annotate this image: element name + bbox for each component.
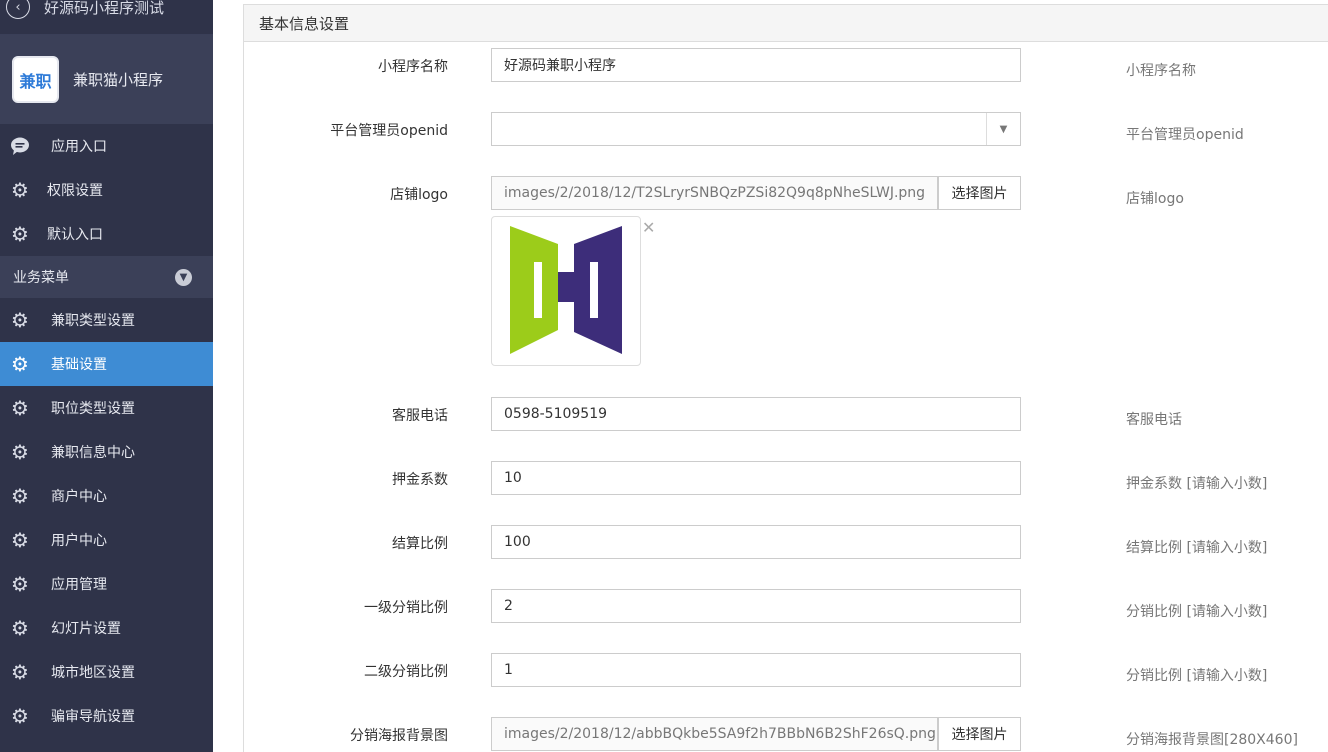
sidebar-item-app-entry[interactable]: 应用入口 [0, 124, 213, 168]
settings-panel: 基本信息设置 小程序名称 好源码兼职小程序 小程序名称 平台管理员openid … [243, 4, 1328, 752]
shop-logo-image [510, 226, 622, 354]
app-header: 兼职 兼职猫小程序 [0, 35, 213, 124]
main-content: 基本信息设置 小程序名称 好源码兼职小程序 小程序名称 平台管理员openid … [213, 0, 1328, 752]
field-hint: 平台管理员openid [1126, 127, 1244, 143]
sidebar-item-label: 幻灯片设置 [51, 621, 121, 637]
sidebar-item-label: 兼职类型设置 [51, 313, 135, 329]
field-label: 店铺logo [390, 187, 448, 203]
gear-icon: ⚙ [11, 484, 29, 508]
sidebar-item-job-info-center[interactable]: ⚙ 兼职信息中心 [0, 430, 213, 474]
field-label: 结算比例 [392, 536, 448, 552]
level1-ratio-input[interactable]: 2 [491, 589, 1021, 623]
deposit-input[interactable]: 10 [491, 461, 1021, 495]
chevron-down-icon[interactable]: ▼ [175, 268, 192, 286]
app-name-input[interactable]: 好源码兼职小程序 [491, 48, 1021, 82]
field-label: 平台管理员openid [330, 123, 448, 139]
gear-icon: ⚙ [11, 616, 29, 640]
shop-logo-path-input[interactable]: images/2/2018/12/T2SLryrSNBQzPZSi82Q9q8p… [491, 176, 938, 210]
sidebar-item-label: 职位类型设置 [51, 401, 135, 417]
field-label: 小程序名称 [378, 59, 448, 75]
gear-icon: ⚙ [11, 528, 29, 552]
sidebar-item-label: 默认入口 [47, 227, 103, 243]
sidebar-item-label: 应用入口 [51, 139, 107, 155]
sidebar-item-default-entry[interactable]: ⚙ 默认入口 [0, 212, 213, 256]
section-label: 业务菜单 [13, 270, 69, 286]
field-hint: 分销海报背景图[280X460] [1126, 732, 1298, 748]
sidebar-item-basic-settings[interactable]: ⚙ 基础设置 [0, 342, 213, 386]
field-hint: 店铺logo [1126, 191, 1184, 207]
shop-logo-preview [491, 216, 641, 366]
level2-ratio-input[interactable]: 1 [491, 653, 1021, 687]
sidebar-item-app-management[interactable]: ⚙ 应用管理 [0, 562, 213, 606]
sidebar-item-label: 用户中心 [51, 533, 107, 549]
field-label: 二级分销比例 [364, 664, 448, 680]
field-label: 一级分销比例 [364, 600, 448, 616]
field-hint: 押金系数 [请输入小数] [1126, 476, 1268, 492]
gear-icon: ⚙ [11, 308, 29, 332]
field-hint: 结算比例 [请输入小数] [1126, 540, 1268, 556]
gear-icon: ⚙ [11, 178, 29, 202]
sidebar-item-slides[interactable]: ⚙ 幻灯片设置 [0, 606, 213, 650]
sidebar-item-user-center[interactable]: ⚙ 用户中心 [0, 518, 213, 562]
sidebar-item-label: 应用管理 [51, 577, 107, 593]
select-image-button[interactable]: 选择图片 [938, 176, 1021, 210]
dropdown-arrow-icon[interactable]: ▼ [986, 113, 1020, 145]
sidebar-item-city-regions[interactable]: ⚙ 城市地区设置 [0, 650, 213, 694]
sidebar-item-job-types[interactable]: ⚙ 兼职类型设置 [0, 298, 213, 342]
app-logo: 兼职 [12, 56, 59, 103]
field-hint: 小程序名称 [1126, 63, 1196, 79]
gear-icon: ⚙ [11, 440, 29, 464]
remove-image-icon[interactable]: ✕ [642, 218, 655, 237]
panel-title: 基本信息设置 [244, 5, 1328, 42]
admin-openid-select[interactable]: ▼ [491, 112, 1021, 146]
field-hint: 分销比例 [请输入小数] [1126, 668, 1268, 684]
gear-icon: ⚙ [11, 222, 29, 246]
field-hint: 客服电话 [1126, 412, 1182, 428]
gear-icon: ⚙ [11, 352, 29, 376]
sidebar-item-label: 商户中心 [51, 489, 107, 505]
settle-ratio-input[interactable]: 100 [491, 525, 1021, 559]
gear-icon: ⚙ [11, 396, 29, 420]
sidebar-item-label: 骗审导航设置 [51, 709, 135, 725]
phone-input[interactable]: 0598-5109519 [491, 397, 1021, 431]
sidebar-item-permissions[interactable]: ⚙ 权限设置 [0, 168, 213, 212]
field-label: 客服电话 [392, 408, 448, 424]
sidebar-item-label: 权限设置 [47, 183, 103, 199]
sidebar-item-label: 城市地区设置 [51, 665, 135, 681]
field-label: 分销海报背景图 [350, 728, 448, 744]
select-image-button[interactable]: 选择图片 [938, 717, 1021, 751]
app-name: 兼职猫小程序 [73, 71, 164, 89]
sidebar-item-label: 兼职信息中心 [51, 445, 135, 461]
field-hint: 分销比例 [请输入小数] [1126, 604, 1268, 620]
back-icon[interactable]: ‹ [6, 0, 30, 19]
sidebar-item-label: 基础设置 [51, 357, 107, 373]
sidebar: ‹ 好源码小程序测试 兼职 兼职猫小程序 应用入口 ⚙ 权限设置 ⚙ 默认入口 … [0, 0, 213, 752]
sidebar-top-title: 好源码小程序测试 [44, 0, 165, 17]
gear-icon: ⚙ [11, 572, 29, 596]
sidebar-section-business[interactable]: 业务菜单 ▼ [0, 256, 213, 298]
chat-icon [9, 135, 31, 157]
sidebar-item-position-types[interactable]: ⚙ 职位类型设置 [0, 386, 213, 430]
gear-icon: ⚙ [11, 704, 29, 728]
gear-icon: ⚙ [11, 660, 29, 684]
poster-bg-path-input[interactable]: images/2/2018/12/abbBQkbe5SA9f2h7BBbN6B2… [491, 717, 938, 751]
field-label: 押金系数 [392, 472, 448, 488]
sidebar-item-merchant-center[interactable]: ⚙ 商户中心 [0, 474, 213, 518]
sidebar-header: ‹ 好源码小程序测试 [0, 0, 213, 35]
sidebar-item-review-nav[interactable]: ⚙ 骗审导航设置 [0, 694, 213, 738]
